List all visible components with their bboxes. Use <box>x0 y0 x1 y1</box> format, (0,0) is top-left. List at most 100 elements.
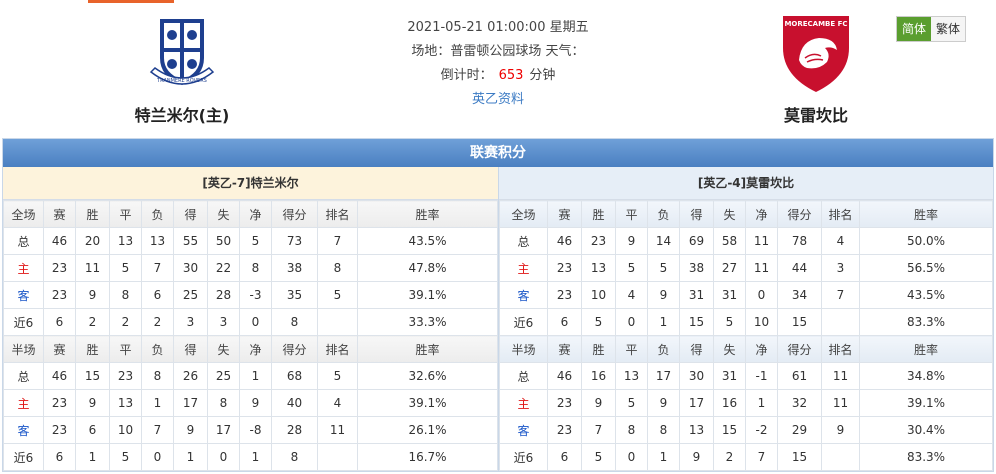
table-cell: -1 <box>745 362 778 390</box>
table-cell: 23 <box>43 389 76 417</box>
table-cell: 39.1% <box>357 389 498 417</box>
row-label: 总 <box>3 227 44 255</box>
table-cell: 7 <box>317 227 358 255</box>
table-cell: 13 <box>109 389 142 417</box>
away-team[interactable]: MORECAMBE FC 莫雷坎比 <box>746 12 886 126</box>
table-cell: 28 <box>271 416 318 444</box>
table-cell: 1 <box>647 443 680 471</box>
column-header: 净 <box>239 200 272 228</box>
top-accent-bar <box>88 0 174 3</box>
table-cell: 39.1% <box>859 389 993 417</box>
column-header: 全场 <box>499 200 548 228</box>
table-cell: 11 <box>745 254 778 282</box>
table-header-row: 全场赛胜平负得失净得分 排名 胜率 <box>3 200 498 228</box>
match-datetime: 2021-05-21 01:00:00 星期五 <box>407 20 589 35</box>
lang-simplified-button[interactable]: 简体 <box>897 17 932 41</box>
row-label: 客 <box>3 281 44 309</box>
table-cell: 5 <box>109 443 142 471</box>
standings-title: 联赛积分 <box>3 139 993 167</box>
table-cell: 8 <box>271 308 318 336</box>
tranmere-crest-icon: TRANMERE ROVERS <box>149 19 215 86</box>
table-cell: 46 <box>43 362 76 390</box>
column-header: 胜率 <box>859 200 993 228</box>
table-cell: 17 <box>173 389 208 417</box>
match-venue: 场地：普雷顿公园球场 天气： <box>411 44 585 59</box>
row-label: 总 <box>3 362 44 390</box>
table-cell: 14 <box>647 227 680 255</box>
table-cell: 46 <box>43 227 76 255</box>
table-cell: 38 <box>679 254 714 282</box>
table-cell: 26 <box>173 362 208 390</box>
table-cell: 15 <box>777 308 822 336</box>
table-cell: 83.3% <box>859 308 993 336</box>
table-cell: 46 <box>547 362 582 390</box>
table-cell: 0 <box>239 308 272 336</box>
table-row: 近6 6 1 5 0 1 0 1 8 16.7% <box>3 443 498 471</box>
table-cell: -2 <box>745 416 778 444</box>
table-cell: 5 <box>615 389 648 417</box>
table-cell: 6 <box>75 416 110 444</box>
table-cell: 3 <box>821 254 860 282</box>
table-cell: 8 <box>239 254 272 282</box>
table-cell: 1 <box>239 362 272 390</box>
table-cell: 11 <box>821 389 860 417</box>
row-label: 近6 <box>499 443 548 471</box>
table-cell: 17 <box>679 389 714 417</box>
row-label: 主 <box>499 254 548 282</box>
table-cell: 7 <box>745 443 778 471</box>
table-cell: 29 <box>777 416 822 444</box>
table-cell: 5 <box>713 308 746 336</box>
column-header: 排名 <box>821 200 860 228</box>
table-row: 总 46 15 23 8 26 25 1 68 5 32.6% <box>3 362 498 390</box>
table-cell: 1 <box>141 389 174 417</box>
table-cell: 9 <box>173 416 208 444</box>
table-cell: 2 <box>141 308 174 336</box>
home-standings-heading: [英乙-7]特兰米尔 <box>3 167 498 200</box>
row-label: 主 <box>499 389 548 417</box>
table-row: 总 46 20 13 13 55 50 5 73 7 43.5% <box>3 227 498 255</box>
column-header: 平 <box>109 200 142 228</box>
table-cell: 40 <box>271 389 318 417</box>
table-cell: 9 <box>615 227 648 255</box>
table-cell: 16 <box>713 389 746 417</box>
table-cell: 5 <box>581 308 616 336</box>
table-cell: 10 <box>109 416 142 444</box>
table-cell: 15 <box>75 362 110 390</box>
table-cell: 0 <box>615 443 648 471</box>
table-cell: 5 <box>615 254 648 282</box>
table-cell: 8 <box>647 416 680 444</box>
table-cell: 56.5% <box>859 254 993 282</box>
table-cell: 6 <box>43 308 76 336</box>
column-header: 赛 <box>547 335 582 363</box>
table-row: 总 46 23 9 14 69 58 11 78 4 50.0% <box>499 227 993 255</box>
table-cell: 20 <box>75 227 110 255</box>
league-info-link[interactable]: 英乙资料 <box>472 92 524 107</box>
table-row: 总 46 16 13 17 30 31 -1 61 11 34.8% <box>499 362 993 390</box>
table-cell: 50.0% <box>859 227 993 255</box>
column-header: 半场 <box>3 335 44 363</box>
home-team[interactable]: TRANMERE ROVERS 特兰米尔(主) <box>112 12 252 126</box>
table-row: 客 23 6 10 7 9 17 -8 28 11 26.1% <box>3 416 498 444</box>
table-cell: 13 <box>109 227 142 255</box>
match-countdown: 倒计时： 653 分钟 <box>330 66 666 90</box>
countdown-unit: 分钟 <box>529 68 556 83</box>
table-cell: 34.8% <box>859 362 993 390</box>
table-cell: 11 <box>821 362 860 390</box>
table-cell: 11 <box>75 254 110 282</box>
column-header: 得 <box>173 200 208 228</box>
table-cell: 43.5% <box>859 281 993 309</box>
table-cell: 22 <box>207 254 240 282</box>
home-standings: [英乙-7]特兰米尔 全场赛胜平负得失净得分 排名 胜率总 46 20 13 13 55 50 5… <box>3 167 498 471</box>
column-header: 胜 <box>581 335 616 363</box>
table-cell: 7 <box>141 254 174 282</box>
table-cell: 61 <box>777 362 822 390</box>
table-cell: 9 <box>647 281 680 309</box>
table-cell: 31 <box>713 362 746 390</box>
table-cell: 78 <box>777 227 822 255</box>
table-cell: 8 <box>615 416 648 444</box>
lang-traditional-button[interactable]: 繁体 <box>931 17 966 41</box>
column-header: 胜 <box>75 200 110 228</box>
column-header: 平 <box>615 200 648 228</box>
table-cell: 31 <box>713 281 746 309</box>
table-cell: 6 <box>43 443 76 471</box>
